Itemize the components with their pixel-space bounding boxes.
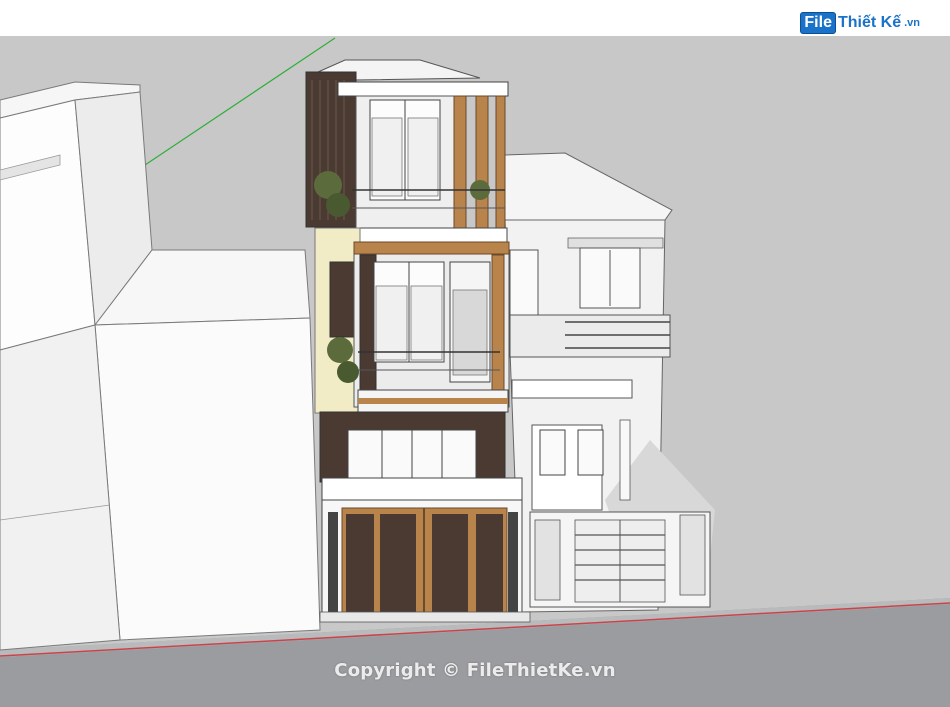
wood-column [495, 95, 506, 232]
logo-text: Thiết Kế [837, 14, 902, 31]
middle-block-front [94, 317, 321, 641]
logo-tld: .vn [904, 17, 920, 29]
sketchup-house-model [0, 0, 950, 707]
ground-canopy [321, 477, 523, 501]
wood-column [453, 95, 467, 232]
site-logo[interactable]: File Thiết Kế .vn [800, 12, 920, 34]
wood-column [475, 95, 489, 232]
logo-box: File [800, 12, 836, 34]
copyright-watermark: Copyright © FileThietKe.vn [334, 660, 616, 681]
top-balcony-slab [351, 227, 508, 243]
top-floor-canopy [337, 81, 509, 97]
